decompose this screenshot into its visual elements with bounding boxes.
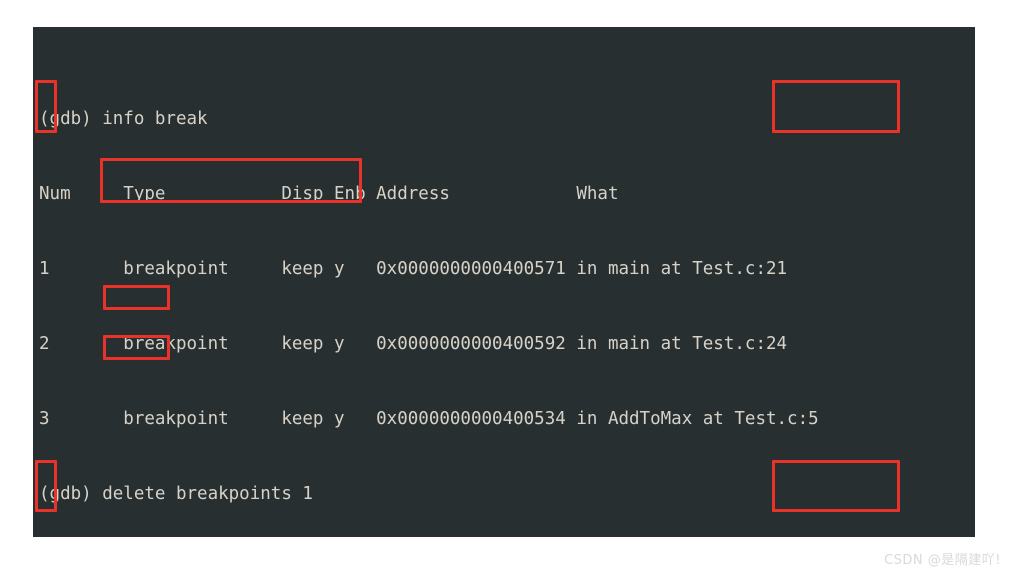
terminal-line: (gdb) info break — [39, 109, 208, 129]
terminal-line: 3 breakpoint keep y 0x0000000000400534 i… — [39, 409, 819, 429]
terminal-line: (gdb) delete breakpoints 1 — [39, 484, 313, 504]
csdn-watermark: CSDN @是隔建吖! — [884, 553, 1001, 568]
terminal-line: Num Type Disp Enb Address What — [39, 184, 619, 204]
gdb-terminal-window[interactable]: (gdb) info break Num Type Disp Enb Addre… — [33, 27, 975, 537]
terminal-line: 1 breakpoint keep y 0x0000000000400571 i… — [39, 259, 788, 279]
terminal-screen: (gdb) info break Num Type Disp Enb Addre… — [39, 32, 819, 537]
terminal-line: 2 breakpoint keep y 0x0000000000400592 i… — [39, 334, 788, 354]
